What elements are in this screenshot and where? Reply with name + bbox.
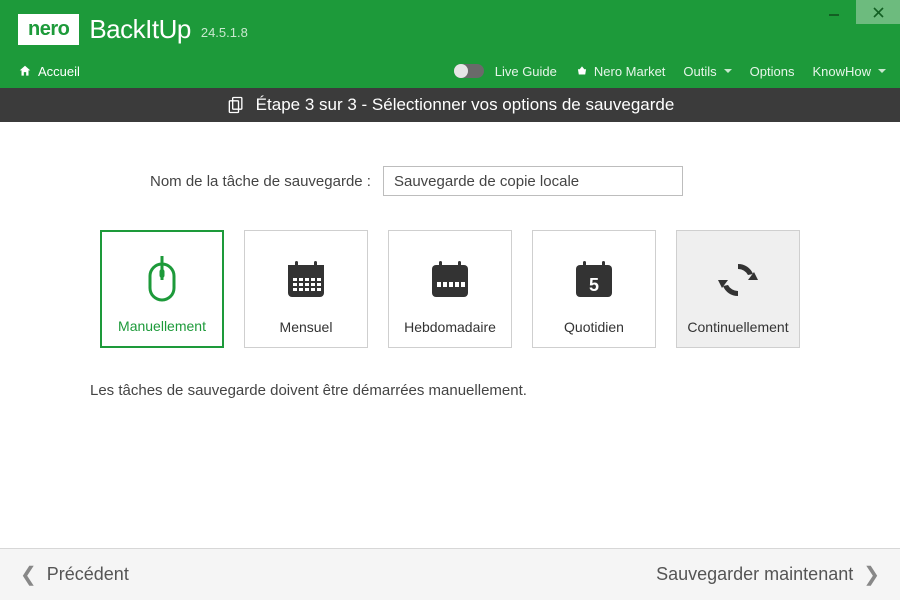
tools-label: Outils bbox=[683, 64, 716, 79]
backup-name-input[interactable] bbox=[383, 166, 683, 196]
backup-name-label: Nom de la tâche de sauvegarde : bbox=[150, 173, 371, 190]
footer-bar: ❮ Précédent Sauvegarder maintenant ❯ bbox=[0, 548, 900, 600]
toggle-switch[interactable] bbox=[454, 64, 484, 78]
options-label: Options bbox=[750, 64, 795, 79]
schedule-options: Manuellement Mensuel bbox=[90, 230, 810, 348]
prev-button[interactable]: ❮ Précédent bbox=[20, 562, 129, 587]
logo-text: nero bbox=[28, 18, 69, 41]
prev-label: Précédent bbox=[47, 564, 129, 585]
app-name: BackItUp bbox=[89, 14, 191, 45]
option-manual[interactable]: Manuellement bbox=[100, 230, 224, 348]
minimize-button[interactable] bbox=[812, 0, 856, 24]
nero-logo: nero bbox=[18, 14, 79, 45]
chevron-down-icon bbox=[878, 69, 886, 73]
chevron-left-icon: ❮ bbox=[20, 562, 37, 587]
nero-market-link[interactable]: Nero Market bbox=[575, 64, 666, 79]
close-icon bbox=[873, 7, 884, 18]
live-guide-label: Live Guide bbox=[495, 64, 557, 79]
option-monthly[interactable]: Mensuel bbox=[244, 230, 368, 348]
next-button[interactable]: Sauvegarder maintenant ❯ bbox=[656, 562, 880, 587]
backup-name-row: Nom de la tâche de sauvegarde : bbox=[150, 166, 810, 196]
option-label: Continuellement bbox=[687, 319, 788, 335]
option-continuous[interactable]: Continuellement bbox=[676, 230, 800, 348]
option-label: Quotidien bbox=[564, 319, 624, 335]
option-label: Manuellement bbox=[118, 318, 206, 334]
next-label: Sauvegarder maintenant bbox=[656, 564, 853, 585]
knowhow-label: KnowHow bbox=[812, 64, 871, 79]
home-link[interactable]: Accueil bbox=[18, 64, 80, 79]
options-menu[interactable]: Options bbox=[750, 64, 795, 79]
calendar-week-icon bbox=[427, 257, 473, 303]
minimize-icon bbox=[828, 6, 840, 18]
calendar-day-icon: 5 bbox=[571, 257, 617, 303]
sync-icon bbox=[716, 258, 760, 302]
home-icon bbox=[18, 64, 32, 78]
option-daily[interactable]: 5 Quotidien bbox=[532, 230, 656, 348]
market-label: Nero Market bbox=[594, 64, 666, 79]
chevron-down-icon bbox=[724, 69, 732, 73]
chevron-right-icon: ❯ bbox=[863, 562, 880, 587]
calendar-month-icon bbox=[283, 257, 329, 303]
app-version: 24.5.1.8 bbox=[201, 25, 248, 40]
option-label: Mensuel bbox=[280, 319, 333, 335]
option-weekly[interactable]: Hebdomadaire bbox=[388, 230, 512, 348]
mouse-icon bbox=[141, 254, 183, 304]
menubar: Accueil Live Guide Nero Market Outils Op… bbox=[0, 58, 900, 88]
step-title: Étape 3 sur 3 - Sélectionner vos options… bbox=[256, 95, 675, 115]
window-controls bbox=[812, 0, 900, 24]
svg-text:5: 5 bbox=[589, 275, 599, 295]
tools-menu[interactable]: Outils bbox=[683, 64, 731, 79]
basket-icon bbox=[575, 64, 589, 78]
home-label: Accueil bbox=[38, 64, 80, 79]
copy-icon bbox=[226, 95, 246, 115]
titlebar: nero BackItUp 24.5.1.8 bbox=[0, 0, 900, 58]
schedule-description: Les tâches de sauvegarde doivent être dé… bbox=[90, 382, 810, 399]
content-area: Nom de la tâche de sauvegarde : Manuelle… bbox=[0, 122, 900, 399]
option-label: Hebdomadaire bbox=[404, 319, 496, 335]
knowhow-menu[interactable]: KnowHow bbox=[812, 64, 886, 79]
close-button[interactable] bbox=[856, 0, 900, 24]
live-guide-toggle[interactable]: Live Guide bbox=[454, 64, 557, 79]
step-bar: Étape 3 sur 3 - Sélectionner vos options… bbox=[0, 88, 900, 122]
